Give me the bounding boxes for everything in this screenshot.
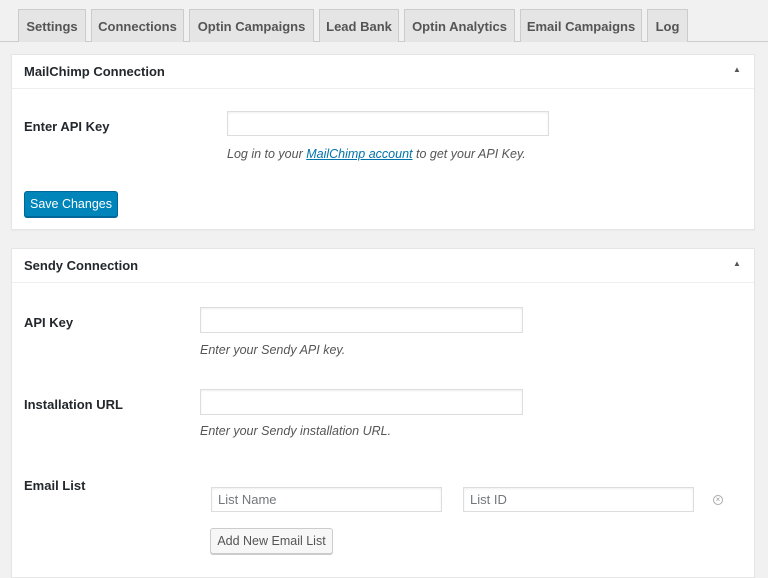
mailchimp-account-link[interactable]: MailChimp account [306,147,412,161]
mailchimp-panel-title: MailChimp Connection [24,64,165,79]
sendy-panel: Sendy Connection ▲ API Key Enter your Se… [11,248,755,578]
add-new-email-list-button[interactable]: Add New Email List [210,528,333,554]
email-list-label: Email List [24,478,86,493]
sendy-api-key-label: API Key [24,315,74,330]
sendy-panel-header[interactable]: Sendy Connection ▲ [12,249,754,283]
tab-email-campaigns[interactable]: Email Campaigns [520,9,642,42]
remove-list-icon[interactable]: × [713,495,723,505]
collapse-arrow-icon[interactable]: ▲ [732,65,742,77]
help-prefix: Log in to your [227,147,307,161]
nav-tabs: Settings Connections Optin Campaigns Lea… [0,0,768,42]
mailchimp-panel-header[interactable]: MailChimp Connection ▲ [12,55,754,89]
sendy-panel-title: Sendy Connection [24,258,139,273]
sendy-api-key-input[interactable] [200,307,523,333]
sendy-api-key-help: Enter your Sendy API key. [200,343,346,357]
installation-url-input[interactable] [200,389,523,415]
installation-url-label: Installation URL [24,397,123,412]
tab-optin-analytics[interactable]: Optin Analytics [404,9,515,42]
mailchimp-api-key-help: Log in to your MailChimp account to get … [227,147,526,161]
mailchimp-panel: MailChimp Connection ▲ Enter API Key Log… [11,54,755,230]
mailchimp-api-key-input[interactable] [227,111,549,136]
mailchimp-api-key-label: Enter API Key [24,119,110,134]
help-suffix: to get your API Key. [412,147,526,161]
tab-log[interactable]: Log [647,9,688,42]
tab-optin-campaigns[interactable]: Optin Campaigns [189,9,314,42]
collapse-arrow-icon[interactable]: ▲ [732,259,742,271]
list-id-input[interactable] [463,487,694,512]
list-name-input[interactable] [211,487,442,512]
tab-settings[interactable]: Settings [18,9,86,42]
save-changes-button[interactable]: Save Changes [24,191,118,217]
tab-connections[interactable]: Connections [91,9,184,42]
installation-url-help: Enter your Sendy installation URL. [200,424,392,438]
tab-lead-bank[interactable]: Lead Bank [319,9,399,42]
